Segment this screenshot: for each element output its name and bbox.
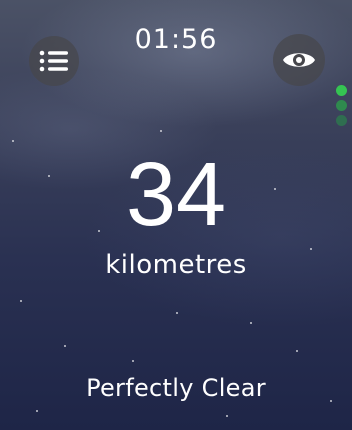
eye-icon [283,53,315,67]
star [12,140,14,142]
menu-button[interactable] [29,36,79,86]
eye-button[interactable] [273,34,325,86]
star [176,312,178,314]
star [64,345,66,347]
star [36,410,38,412]
star [226,415,228,417]
list-icon [39,50,68,72]
star [296,350,298,352]
page-dot-3 [336,115,347,126]
page-dot-2 [336,100,347,111]
visibility-screen: 01:56 34 kilometres Perfectly Clear [0,0,352,430]
visibility-unit: kilometres [105,250,247,280]
visibility-value: 34 [125,145,227,245]
visibility-description: Perfectly Clear [86,374,266,402]
star [20,300,22,302]
page-dot-1 [336,85,347,96]
star [132,360,134,362]
star [160,130,162,132]
star [250,322,252,324]
page-indicator [336,85,347,126]
